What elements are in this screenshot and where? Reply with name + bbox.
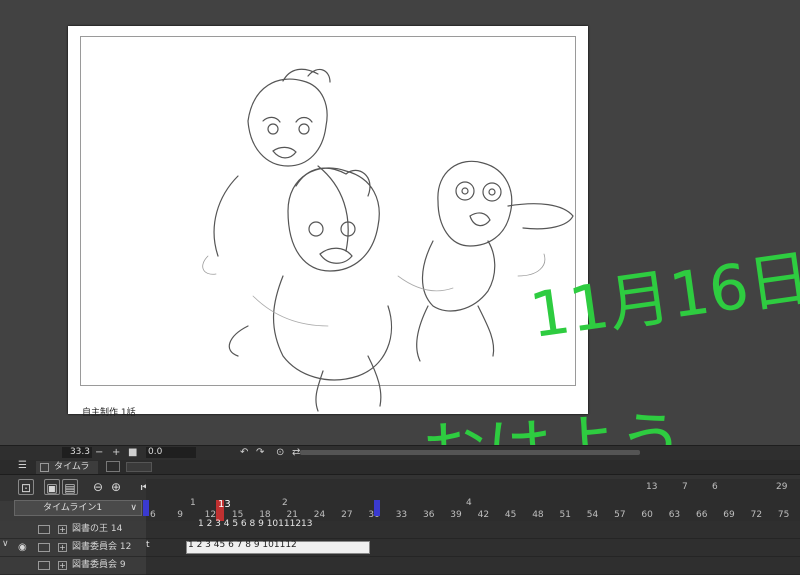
layer-name: 図書委員会 12 bbox=[72, 542, 132, 552]
frame-number: 33 bbox=[395, 510, 408, 520]
frame-number: 51 bbox=[559, 510, 571, 520]
layer-thumbnail bbox=[38, 561, 50, 570]
layer-thumbnail bbox=[38, 525, 50, 534]
fit-icon[interactable]: ■ bbox=[128, 446, 137, 459]
eye-icon[interactable]: ◉ bbox=[18, 539, 27, 556]
zoom-out-icon[interactable]: ⊖ bbox=[90, 479, 106, 495]
frame-track[interactable] bbox=[146, 557, 800, 575]
sketch-drawing bbox=[202, 68, 574, 412]
ruler-number: 7 bbox=[682, 482, 688, 492]
expand-icon[interactable]: + bbox=[58, 561, 67, 570]
ruler-number: 6 bbox=[712, 482, 718, 492]
layer-row[interactable]: ◉ + 図書委員会 12 bbox=[0, 539, 146, 557]
timeline-tab-icon bbox=[40, 463, 49, 472]
rotate-right-icon[interactable]: ↷ bbox=[256, 446, 264, 459]
chevron-down-icon: ∨ bbox=[130, 503, 137, 513]
layer-name: 図書委員会 9 bbox=[72, 560, 126, 570]
frame-track[interactable]: 1 2 3 45 6 7 8 9 101112 t bbox=[146, 539, 800, 557]
rotation-value[interactable]: 0.0 bbox=[146, 447, 196, 458]
navigator-scrollbar[interactable] bbox=[300, 450, 640, 455]
frame-track[interactable]: 1 2 3 4 5 6 8 9 10111213 bbox=[146, 519, 800, 539]
new-timeline-icon[interactable]: ⊡ bbox=[18, 479, 34, 495]
frame-number: 27 bbox=[341, 510, 353, 520]
frame-number: 72 bbox=[750, 510, 763, 520]
timeline-select-value: タイムライン1 bbox=[43, 503, 103, 513]
second-marker: 2 bbox=[282, 498, 288, 508]
frame-number: 63 bbox=[668, 510, 681, 520]
rotate-left-icon[interactable]: ↶ bbox=[240, 446, 248, 459]
timeline-panel-header: ☰ タイムライン bbox=[0, 460, 800, 485]
tab-other[interactable] bbox=[126, 462, 152, 472]
frame-number: 60 bbox=[641, 510, 653, 520]
track-area: + 図書の王 14 ◉ + 図書委員会 12 + 図書委員会 9 ∨ 1 2 3… bbox=[0, 519, 800, 575]
timeline-select[interactable]: タイムライン1 ∨ bbox=[14, 500, 142, 516]
frame-number: 75 bbox=[777, 510, 790, 520]
layer-row[interactable]: + 図書の王 14 bbox=[0, 521, 146, 539]
frame-number: 66 bbox=[696, 510, 708, 520]
ruler-number: 29 bbox=[776, 482, 788, 492]
frame-number: 24 bbox=[313, 510, 326, 520]
canvas-area[interactable]: 自主制作 1話 bbox=[0, 0, 800, 445]
layer-row[interactable]: + 図書委員会 9 bbox=[0, 557, 146, 575]
frame-number: 6 bbox=[150, 510, 156, 520]
second-marker: 1 bbox=[190, 498, 196, 508]
frame-number: 69 bbox=[723, 510, 735, 520]
timeline-ruler[interactable]: 1 2 4 13 7 6 29 691215182124273033363942… bbox=[146, 479, 800, 521]
frame-number: 54 bbox=[586, 510, 599, 520]
zoom-in-button[interactable]: + bbox=[112, 446, 120, 459]
tab-preview-icon[interactable] bbox=[106, 461, 120, 472]
current-frame: 13 bbox=[218, 499, 231, 510]
reset-rotation-icon[interactable]: ⊙ bbox=[276, 446, 284, 459]
cel-suffix: t bbox=[146, 540, 150, 550]
start-marker[interactable] bbox=[143, 500, 149, 516]
collapse-icon[interactable]: ∨ bbox=[2, 539, 9, 549]
second-marker: 4 bbox=[466, 498, 472, 508]
layer-thumbnail bbox=[38, 543, 50, 552]
frame-number: 39 bbox=[450, 510, 462, 520]
expand-icon[interactable]: + bbox=[58, 525, 67, 534]
frame-number: 57 bbox=[614, 510, 626, 520]
menu-icon[interactable]: ☰ bbox=[18, 460, 27, 471]
expand-icon[interactable]: + bbox=[58, 543, 67, 552]
zoom-in-icon[interactable]: ⊕ bbox=[108, 479, 124, 495]
frame-number: 9 bbox=[177, 510, 184, 520]
ruler-number: 13 bbox=[646, 482, 658, 492]
frame-number: 45 bbox=[504, 510, 517, 520]
zoom-out-button[interactable]: − bbox=[95, 446, 103, 459]
navigator-bar: 33.3 − + ■ 0.0 ↶ ↷ ⊙ ⇄ bbox=[0, 445, 800, 460]
timeline-settings-icon[interactable]: ▣ bbox=[44, 479, 60, 495]
cel-numbers: 1 2 3 45 6 7 8 9 101112 bbox=[188, 540, 297, 550]
paper-caption: 自主制作 1話 bbox=[82, 408, 136, 418]
layer-name: 図書の王 14 bbox=[72, 524, 123, 534]
frame-number: 42 bbox=[477, 510, 490, 520]
tab-timeline[interactable]: タイムライン bbox=[36, 461, 98, 485]
frame-number: 48 bbox=[532, 510, 544, 520]
end-marker[interactable] bbox=[374, 500, 380, 516]
cel-numbers: 1 2 3 4 5 6 8 9 10111213 bbox=[198, 519, 313, 529]
zoom-value[interactable]: 33.3 bbox=[62, 447, 92, 458]
frame-settings-icon[interactable]: ▤ bbox=[62, 479, 78, 495]
frame-number: 36 bbox=[423, 510, 435, 520]
paper-canvas[interactable]: 自主制作 1話 bbox=[68, 26, 588, 418]
